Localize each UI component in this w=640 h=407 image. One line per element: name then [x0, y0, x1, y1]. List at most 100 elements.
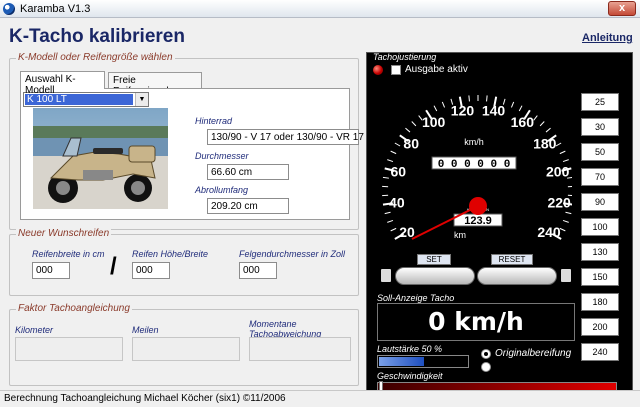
gauge-tick [555, 142, 562, 147]
speed-button-200[interactable]: 200 [581, 318, 619, 336]
gauge-scale-label: 180 [533, 135, 557, 151]
gauge-scale-label: 200 [546, 164, 570, 180]
felgendurchmesser-label: Felgendurchmesser in Zoll [239, 249, 346, 259]
reifenbreite-label: Reifenbreite in cm [32, 249, 105, 259]
gauge-scale-label: 100 [422, 114, 446, 130]
tacho-panel: Tachojustierung Ausgabe aktiv 20 40 60 80 10… [366, 52, 633, 395]
lautstaerke-bar[interactable] [377, 355, 469, 368]
chevron-down-icon[interactable]: ▼ [135, 93, 148, 106]
page-title: K-Tacho kalibrieren [9, 26, 185, 47]
gauge-tick [533, 115, 538, 121]
reifenhoehe-input[interactable] [132, 262, 170, 279]
wunschreifen-group: Neuer Wunschreifen Reifenbreite in cm / … [9, 228, 359, 296]
speed-button-90[interactable]: 90 [581, 193, 619, 211]
gauge-tick [562, 159, 569, 163]
kilometer-label: Kilometer [15, 325, 54, 335]
originalbereifung-radio[interactable] [481, 349, 491, 359]
gauge-tick [405, 127, 411, 133]
gauge-tick [510, 101, 515, 108]
tab-auswahl-k-modell[interactable]: Auswahl K-Modell [20, 71, 105, 96]
tachojustierung-legend: Tachojustierung [373, 52, 437, 62]
lautstaerke-fill [379, 357, 424, 366]
slash-separator: / [110, 253, 117, 280]
app-icon [3, 3, 15, 15]
gauge-tick [390, 150, 397, 155]
close-button[interactable]: x [608, 1, 636, 16]
title-bar: Karamba V1.3 x [0, 0, 640, 18]
gauge-tick [394, 142, 401, 147]
speed-button-150[interactable]: 150 [581, 268, 619, 286]
wunschreifen-legend: Neuer Wunschreifen [16, 228, 112, 239]
gauge-tick [545, 127, 551, 133]
set-button[interactable]: SET [417, 254, 451, 265]
set-pill-button[interactable] [395, 267, 475, 285]
soll-anzeige-label: Soll-Anzeige Tacho [377, 293, 455, 303]
status-text: Berechnung Tachoangleichung Michael Köch… [4, 393, 286, 404]
abrollumfang-value: 209.20 cm [207, 198, 289, 214]
wunschreifen-radio[interactable] [481, 362, 491, 372]
reset-pill-button[interactable] [477, 267, 557, 285]
faktor-group: Faktor Tachoangleichung Kilometer Meilen… [9, 303, 359, 386]
gauge-tick [411, 121, 417, 127]
reifenhoehe-label: Reifen Höhe/Breite [132, 249, 209, 259]
gauge-scale-label: 80 [403, 135, 419, 151]
help-link[interactable]: Anleitung [582, 32, 633, 44]
gauge-tick [486, 95, 488, 102]
gauge-tick [559, 150, 566, 155]
meilen-field [132, 337, 240, 361]
gauge-scale-label: 60 [391, 164, 407, 180]
speed-button-50[interactable]: 50 [581, 143, 619, 161]
hinterrad-value: 130/90 - V 17 oder 130/90 - VR 17 [207, 129, 364, 145]
tachoabweichung-field [249, 337, 351, 361]
speed-button-25[interactable]: 25 [581, 93, 619, 111]
soll-anzeige-display: 0 km/h [377, 303, 575, 341]
reifenbreite-input[interactable] [32, 262, 70, 279]
durchmesser-label: Durchmesser [195, 151, 249, 161]
gauge-scale-label: 140 [482, 102, 506, 118]
gauge-tick [565, 211, 572, 215]
durchmesser-value: 66.60 cm [207, 164, 289, 180]
window-title: Karamba V1.3 [20, 3, 91, 15]
odometer-value: 0 0 0 0 0 0 [438, 159, 511, 171]
gauge-tick [387, 159, 394, 163]
gauge-tick [539, 121, 545, 127]
needle-hub [469, 197, 487, 215]
gauge-tick [382, 176, 389, 179]
speed-button-240[interactable]: 240 [581, 343, 619, 361]
felgendurchmesser-input[interactable] [239, 262, 277, 279]
originalbereifung-label: Originalbereifung [495, 348, 572, 359]
gauge-scale-label: 220 [547, 195, 571, 211]
speed-button-180[interactable]: 180 [581, 293, 619, 311]
gauge-scale-label: 40 [389, 195, 405, 211]
lautstaerke-label: Lautstärke 50 % [377, 344, 443, 354]
motorcycle-image [33, 108, 168, 209]
trip-value: 123.9 [464, 215, 492, 227]
gauge-tick [468, 95, 470, 102]
hinterrad-label: Hinterrad [195, 116, 233, 126]
tachoabweichung-label: Momentane Tachoabweichung [249, 319, 322, 339]
speed-button-100[interactable]: 100 [581, 218, 619, 236]
faktor-legend: Faktor Tachoangleichung [16, 303, 132, 314]
abrollumfang-label: Abrollumfang [195, 185, 249, 195]
gauge-tick [390, 227, 397, 232]
gauge-scale-label: 240 [537, 224, 561, 240]
speed-button-30[interactable]: 30 [581, 118, 619, 136]
speed-button-70[interactable]: 70 [581, 168, 619, 186]
gauge-tick [562, 219, 569, 223]
gauge-tick [384, 211, 391, 215]
reset-button[interactable]: RESET [491, 254, 533, 265]
status-bar: Berechnung Tachoangleichung Michael Köch… [0, 390, 640, 407]
geschwindigkeit-label: Geschwindigkeit [377, 371, 443, 381]
kilometer-field [15, 337, 123, 361]
speed-button-130[interactable]: 130 [581, 243, 619, 261]
gauge-tick [433, 105, 438, 112]
unit-km-label: km [454, 230, 466, 240]
kmodel-legend: K-Modell oder Reifengröße wählen [16, 52, 175, 63]
gauge-tick [441, 101, 446, 108]
fuel-right-icon [561, 269, 571, 282]
tab-freie-reifeneingabe[interactable]: Freie Reifeneingabe [108, 72, 202, 97]
fuel-left-icon [381, 269, 391, 282]
unit-kmh-label: km/h [464, 137, 484, 147]
speedometer-gauge: 20406080100120 140160180200220240 0 0 0 0… [382, 95, 572, 240]
gauge-tick [518, 105, 523, 112]
